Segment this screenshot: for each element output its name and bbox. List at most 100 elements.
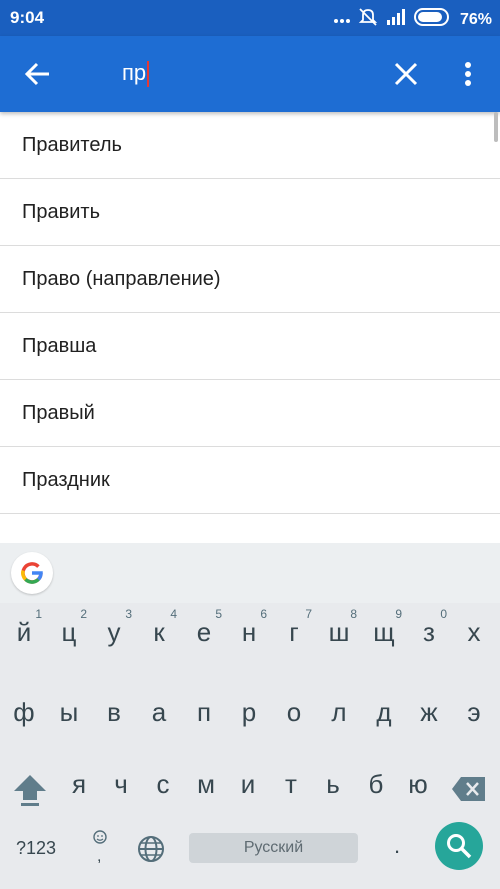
- key-label: и: [240, 769, 256, 799]
- key[interactable]: 7г: [274, 603, 314, 663]
- backspace-key[interactable]: [451, 775, 487, 803]
- list-item[interactable]: Правша: [0, 313, 500, 380]
- text-cursor: [147, 61, 150, 88]
- battery-percent: 76%: [459, 10, 492, 28]
- key[interactable]: и: [228, 755, 268, 815]
- key[interactable]: ч: [101, 755, 141, 815]
- key-label: г: [289, 617, 299, 647]
- key[interactable]: ь: [313, 755, 353, 815]
- language-key[interactable]: [136, 834, 166, 864]
- key[interactable]: а: [139, 683, 179, 743]
- key[interactable]: ф: [4, 683, 44, 743]
- clear-search-icon[interactable]: [392, 60, 420, 88]
- key-label: к: [153, 617, 165, 647]
- key-label: п: [196, 697, 212, 727]
- key[interactable]: 3у: [94, 603, 134, 663]
- key[interactable]: л: [319, 683, 359, 743]
- key-label: я: [71, 769, 87, 799]
- period-key[interactable]: .: [394, 833, 400, 859]
- emoji-icon: ,: [93, 830, 107, 865]
- key-row-2: ф ы в а п р о л д ж э: [0, 683, 500, 743]
- key[interactable]: 0з: [409, 603, 449, 663]
- key-row-1: 1й 2ц 3у 4к 5е 6н 7г 8ш 9щ 0з х: [0, 603, 500, 663]
- google-icon[interactable]: [11, 552, 53, 594]
- key[interactable]: в: [94, 683, 134, 743]
- key-label: б: [368, 769, 384, 799]
- keyboard-suggestion-strip: [0, 543, 500, 603]
- key-label: о: [286, 697, 302, 727]
- backspace-icon: [452, 777, 485, 801]
- key-label: ф: [13, 697, 35, 727]
- key[interactable]: 2ц: [49, 603, 89, 663]
- key[interactable]: ы: [49, 683, 89, 743]
- key[interactable]: 5е: [184, 603, 224, 663]
- key-label: н: [241, 617, 257, 647]
- key-label: ч: [114, 769, 128, 799]
- key[interactable]: о: [274, 683, 314, 743]
- key[interactable]: р: [229, 683, 269, 743]
- key[interactable]: 4к: [139, 603, 179, 663]
- signal-icon: [386, 9, 406, 30]
- key[interactable]: д: [364, 683, 404, 743]
- keyboard-keys: 1й 2ц 3у 4к 5е 6н 7г 8ш 9щ 0з х ф ы в а …: [0, 603, 500, 889]
- key[interactable]: э: [454, 683, 494, 743]
- key-label: ы: [59, 697, 79, 727]
- key[interactable]: 6н: [229, 603, 269, 663]
- svg-text:,: ,: [97, 848, 101, 865]
- key-row-3: я ч с м и т ь б ю: [0, 755, 500, 815]
- globe-icon: [138, 836, 164, 862]
- key-label: ь: [326, 769, 340, 799]
- key[interactable]: с: [143, 755, 183, 815]
- symbols-key[interactable]: ?123: [16, 838, 56, 859]
- list-item[interactable]: Право (направление): [0, 246, 500, 313]
- key[interactable]: 1й: [4, 603, 44, 663]
- search-key[interactable]: [435, 822, 483, 870]
- key-label: з: [423, 617, 435, 647]
- key-label: е: [196, 617, 212, 647]
- more-notifications-icon: [333, 11, 350, 29]
- key[interactable]: 9щ: [364, 603, 404, 663]
- shift-key[interactable]: [10, 771, 50, 811]
- key[interactable]: ю: [398, 755, 438, 815]
- status-time: 9:04: [10, 8, 45, 27]
- list-item[interactable]: Праздник: [0, 447, 500, 514]
- key-label: ц: [61, 617, 77, 647]
- key[interactable]: 8ш: [319, 603, 359, 663]
- status-bar: 9:04 76%: [0, 0, 500, 36]
- battery-icon: [413, 8, 452, 31]
- list-item[interactable]: Править: [0, 179, 500, 246]
- key-label: м: [197, 769, 215, 799]
- back-arrow-icon[interactable]: [22, 58, 54, 90]
- key-label: ш: [328, 617, 350, 647]
- shift-icon: [14, 775, 46, 806]
- key-label: й: [16, 617, 32, 647]
- key-label: а: [151, 697, 167, 727]
- list-item[interactable]: Правый: [0, 380, 500, 447]
- scrollbar[interactable]: [494, 112, 498, 142]
- list-item[interactable]: [0, 514, 500, 542]
- more-options-icon[interactable]: [460, 58, 476, 90]
- keyboard: 1й 2ц 3у 4к 5е 6н 7г 8ш 9щ 0з х ф ы в а …: [0, 543, 500, 889]
- key-label: ю: [408, 769, 428, 799]
- key[interactable]: я: [59, 755, 99, 815]
- space-bar[interactable]: Русский: [189, 833, 358, 863]
- key-label: с: [156, 769, 170, 799]
- key[interactable]: п: [184, 683, 224, 743]
- key[interactable]: м: [186, 755, 226, 815]
- key-label: х: [467, 617, 481, 647]
- key[interactable]: т: [271, 755, 311, 815]
- emoji-key[interactable]: ,: [92, 829, 108, 865]
- list-item[interactable]: Правитель: [0, 112, 500, 179]
- search-icon: [447, 834, 472, 859]
- key[interactable]: б: [356, 755, 396, 815]
- key-label: в: [107, 697, 121, 727]
- search-input[interactable]: пр: [122, 60, 150, 88]
- key-label: л: [331, 697, 347, 727]
- key-label: д: [376, 697, 392, 727]
- key-label: щ: [373, 617, 395, 647]
- suggestion-list: Правитель Править Право (направление) Пр…: [0, 112, 500, 542]
- key[interactable]: х: [454, 603, 494, 663]
- search-query-text: пр: [122, 60, 147, 85]
- key-label: т: [285, 769, 297, 799]
- key[interactable]: ж: [409, 683, 449, 743]
